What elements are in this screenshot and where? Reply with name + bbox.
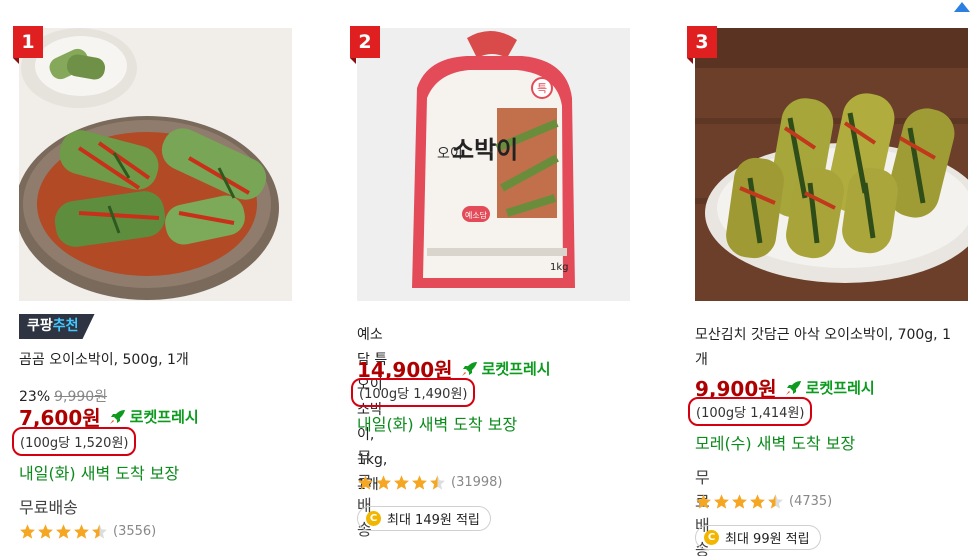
- rating: (3556): [19, 523, 156, 540]
- product-title-line1: 모산김치 갓담근 아삭 오이소박이, 700g, 1: [695, 327, 951, 343]
- star-half-icon: [92, 524, 107, 539]
- product-image[interactable]: 특 오이 소박이 예소담 1kg: [357, 28, 630, 301]
- rating: (4735): [695, 493, 832, 510]
- rocket-fresh-label: 로켓프레시: [805, 379, 875, 397]
- star-icon: [376, 475, 391, 490]
- rocket-icon: [461, 361, 477, 376]
- kimchi-package-image: 특 오이 소박이 예소담 1kg: [357, 28, 630, 301]
- star-icon: [750, 494, 765, 509]
- delivery-guarantee: 내일(화) 새벽 도착 보장: [357, 415, 518, 434]
- unit-price: (100g당 1,520원): [12, 427, 137, 456]
- rocket-fresh-label: 로켓프레시: [129, 408, 199, 426]
- delivery-guarantee: 내일(화) 새벽 도착 보장: [19, 464, 180, 483]
- triangle-arrow-icon[interactable]: [952, 0, 972, 14]
- rocket-fresh-badge: 로켓프레시: [109, 406, 199, 427]
- reward-label: 최대 149원 적립: [387, 513, 480, 528]
- rocket-icon: [785, 380, 801, 395]
- review-count[interactable]: (31998): [451, 475, 503, 490]
- product-title[interactable]: 모산김치 갓담근 아삭 오이소박이, 700g, 1 개: [695, 323, 967, 373]
- star-rating: [695, 493, 785, 510]
- delivery-guarantee: 모레(수) 새벽 도착 보장: [695, 434, 856, 453]
- unit-price: (100g당 1,414원): [688, 397, 813, 426]
- star-icon: [38, 524, 53, 539]
- free-shipping: 무료배송: [19, 498, 78, 517]
- reward-badge: C 최대 149원 적립: [357, 506, 491, 531]
- recommend-prefix: 쿠팡: [27, 318, 53, 334]
- star-rating: [357, 474, 447, 491]
- star-icon: [714, 494, 729, 509]
- reward-label: 최대 99원 적립: [725, 532, 810, 547]
- rating: (31998): [357, 474, 503, 491]
- recommend-accent: 추천: [52, 318, 79, 334]
- rank-badge: 2: [350, 26, 380, 64]
- reward-badge: C 최대 99원 적립: [695, 525, 821, 550]
- coin-icon: C: [704, 530, 719, 545]
- rocket-fresh-badge: 로켓프레시: [461, 358, 551, 379]
- coin-icon: C: [366, 511, 381, 526]
- star-icon: [696, 494, 711, 509]
- coupang-recommend-badge: 쿠팡추천: [19, 314, 95, 339]
- rocket-fresh-label: 로켓프레시: [481, 360, 551, 378]
- package-weight: 1kg: [550, 262, 569, 273]
- rocket-icon: [109, 409, 125, 424]
- star-rating: [19, 523, 109, 540]
- star-icon: [394, 475, 409, 490]
- package-brand: 예소담: [465, 210, 488, 220]
- star-icon: [358, 475, 373, 490]
- cucumber-kimchi-plate-image: [19, 28, 292, 301]
- product-title[interactable]: 곰곰 오이소박이, 500g, 1개: [19, 348, 189, 373]
- rocket-fresh-badge: 로켓프레시: [785, 377, 875, 398]
- star-icon: [56, 524, 71, 539]
- product-title-line2: 개: [695, 352, 708, 368]
- package-name-big: 소박이: [452, 136, 518, 164]
- review-count[interactable]: (3556): [113, 524, 156, 539]
- star-icon: [732, 494, 747, 509]
- star-icon: [412, 475, 427, 490]
- review-count[interactable]: (4735): [789, 494, 832, 509]
- rank-badge: 3: [687, 26, 717, 64]
- star-half-icon: [768, 494, 783, 509]
- star-half-icon: [430, 475, 445, 490]
- unit-price: (100g당 1,490원): [351, 378, 476, 407]
- cucumber-kimchi-dish-image: [695, 28, 968, 301]
- product-image[interactable]: [19, 28, 292, 301]
- package-badge: 특: [537, 82, 547, 95]
- rank-badge: 1: [13, 26, 43, 64]
- star-icon: [74, 524, 89, 539]
- star-icon: [20, 524, 35, 539]
- product-image[interactable]: [695, 28, 968, 301]
